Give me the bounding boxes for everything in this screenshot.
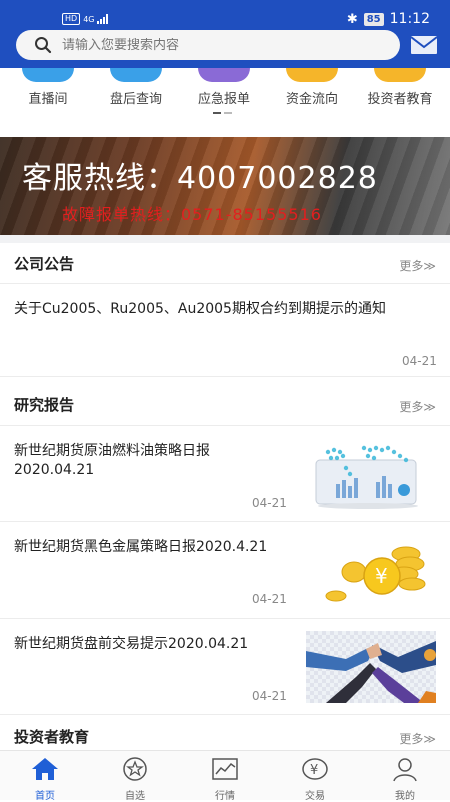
announcement-item[interactable]: 关于Cu2005、Ru2005、Au2005期权合约到期提示的通知: [14, 298, 434, 321]
tab-trade[interactable]: ¥ 交易: [270, 751, 360, 800]
report-date: 04-21: [252, 592, 287, 606]
report-date: 04-21: [252, 496, 287, 510]
team-hands-image: [306, 631, 436, 703]
signal-icon: [97, 14, 108, 24]
quick-item-live[interactable]: 直播间: [8, 68, 88, 107]
section-title: 公司公告: [14, 253, 74, 274]
report-title: 新世纪期货黑色金属策略日报2020.4.21: [14, 538, 274, 557]
fund-flow-icon: [286, 68, 338, 82]
quick-item-emergency-order[interactable]: 应急报单: [184, 68, 264, 107]
tab-mine[interactable]: 我的: [360, 751, 450, 800]
report-title: 新世纪期货盘前交易提示2020.04.21: [14, 635, 274, 654]
status-right: ✱ 85 11:12: [347, 11, 430, 27]
announcement-date: 04-21: [402, 354, 437, 368]
quick-item-label: 投资者教育: [358, 88, 442, 107]
live-icon: [22, 68, 74, 82]
fault-hotline-text: 故障报单热线：0571-85155516: [62, 201, 322, 225]
search-icon: [34, 36, 52, 54]
divider: [0, 283, 450, 284]
report-title: 新世纪期货原油燃料油策略日报2020.04.21: [14, 442, 274, 480]
education-more-link[interactable]: 更多≫: [399, 730, 436, 747]
research-more-link[interactable]: 更多≫: [399, 398, 436, 415]
hotline-banner[interactable]: 客服热线：4007002828 故障报单热线：0571-85155516: [0, 137, 450, 235]
world-map-tablet-image: [306, 438, 436, 510]
quick-item-label: 资金流向: [272, 88, 352, 107]
status-time: 11:12: [390, 11, 430, 27]
svg-text:¥: ¥: [375, 564, 388, 588]
report-item[interactable]: 新世纪期货原油燃料油策略日报2020.04.21 04-21: [0, 426, 450, 522]
query-icon: [110, 68, 162, 82]
bottom-tab-bar: 首页 自选 行情 ¥ 交易 我的: [0, 750, 450, 800]
quick-item-label: 盘后查询: [96, 88, 176, 107]
hotline-text: 客服热线：4007002828: [22, 153, 378, 197]
hd-badge: HD: [62, 13, 80, 25]
mail-icon[interactable]: [410, 34, 438, 56]
user-icon: [390, 756, 420, 782]
status-left: HD 4G: [62, 13, 108, 25]
tab-home[interactable]: 首页: [0, 751, 90, 800]
star-icon: [120, 756, 150, 782]
section-gap: [0, 235, 450, 243]
section-title: 研究报告: [14, 394, 74, 415]
quick-item-after-hours[interactable]: 盘后查询: [96, 68, 176, 107]
education-icon: [374, 68, 426, 82]
search-bar: [0, 30, 450, 68]
battery-icon: 85: [364, 13, 384, 26]
report-item[interactable]: 新世纪期货黑色金属策略日报2020.4.21 04-21 ¥: [0, 522, 450, 618]
svg-text:¥: ¥: [310, 763, 318, 778]
page-indicator: [213, 112, 232, 114]
search-box[interactable]: [16, 30, 400, 60]
research-header: 研究报告 更多≫: [0, 384, 450, 424]
report-date: 04-21: [252, 689, 287, 703]
gold-coins-image: ¥: [306, 534, 436, 606]
network-type: 4G: [83, 15, 94, 24]
announcements-more-link[interactable]: 更多≫: [399, 257, 436, 274]
divider: [0, 376, 450, 377]
divider: [0, 714, 450, 715]
yen-icon: ¥: [300, 756, 330, 782]
emergency-icon: [198, 68, 250, 82]
announcements-header: 公司公告 更多≫: [0, 243, 450, 283]
tab-watchlist[interactable]: 自选: [90, 751, 180, 800]
quick-item-fund-flow[interactable]: 资金流向: [272, 68, 352, 107]
report-item[interactable]: 新世纪期货盘前交易提示2020.04.21 04-21: [0, 619, 450, 715]
tab-market[interactable]: 行情: [180, 751, 270, 800]
chart-icon: [210, 756, 240, 782]
bluetooth-icon: ✱: [347, 12, 358, 27]
section-title: 投资者教育: [14, 726, 89, 747]
quick-item-investor-education[interactable]: 投资者教育: [358, 68, 442, 107]
quick-item-label: 直播间: [8, 88, 88, 107]
quick-item-label: 应急报单: [184, 88, 264, 107]
search-input[interactable]: [62, 38, 362, 53]
quick-menu: 直播间 盘后查询 应急报单 资金流向 投资者教育: [0, 68, 450, 128]
home-icon: [30, 756, 60, 782]
